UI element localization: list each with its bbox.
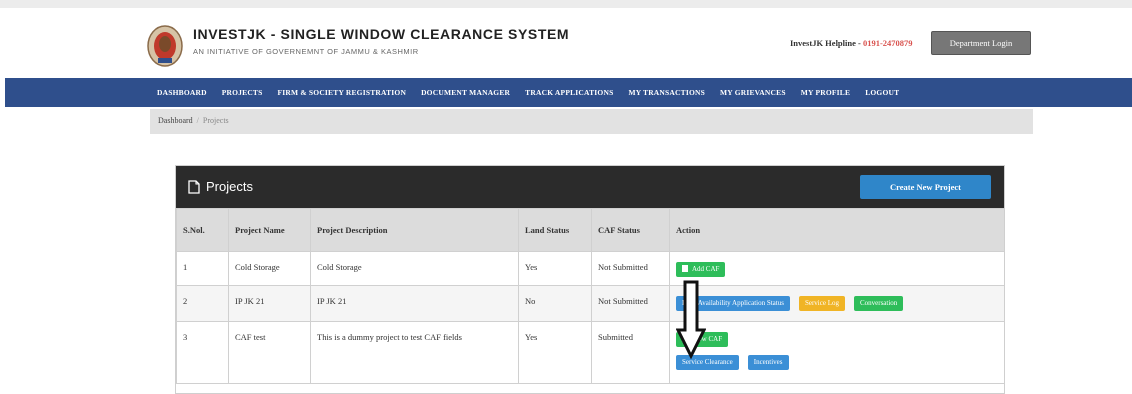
panel-title: Projects [206,179,253,194]
breadcrumb-bar: Dashboard / Projects [150,109,1033,134]
file-icon [682,265,688,272]
conversation-button[interactable]: Conversation [853,296,904,311]
breadcrumb-separator: / [196,116,199,125]
service-log-button[interactable]: Service Log [798,296,845,311]
site-header: INVESTJK - SINGLE WINDOW CLEARANCE SYSTE… [145,18,1035,70]
col-land-status: Land Status [518,208,592,252]
cell-sno: 1 [176,251,229,286]
col-action: Action [669,208,1004,252]
breadcrumb-dashboard[interactable]: Dashboard [158,116,193,125]
cell-land-status: Yes [518,251,592,286]
nav-projects[interactable]: PROJECTS [222,88,263,97]
add-caf-button[interactable]: Add CAF [676,262,726,277]
helpline-number[interactable]: 0191-2470879 [863,38,913,48]
table-header-row: S.Nol. Project Name Project Description … [176,208,1004,252]
create-new-project-button[interactable]: Create New Project [860,175,991,199]
nav-my-profile[interactable]: MY PROFILE [801,88,850,97]
main-navbar: DASHBOARD PROJECTS FIRM & SOCIETY REGIST… [5,78,1132,107]
add-caf-label: Add CAF [692,265,720,273]
nav-items: DASHBOARD PROJECTS FIRM & SOCIETY REGIST… [157,78,914,107]
col-project-description: Project Description [310,208,519,252]
col-caf-status: CAF Status [591,208,670,252]
helpline-label: InvestJK Helpline - [790,38,863,48]
site-title: INVESTJK - SINGLE WINDOW CLEARANCE SYSTE… [193,26,570,42]
breadcrumb: Dashboard / Projects [158,116,229,125]
cell-caf-status: Not Submitted [591,251,670,286]
cell-land-status: No [518,285,592,322]
nav-my-transactions[interactable]: MY TRANSACTIONS [628,88,705,97]
cell-project-name: Cold Storage [228,251,311,286]
cell-description: This is a dummy project to test CAF fiel… [310,321,519,384]
cell-actions: Add CAF [669,251,1004,286]
cell-actions: Land Availability Application Status Serv… [669,285,1004,322]
nav-dashboard[interactable]: DASHBOARD [157,88,207,97]
nav-document-manager[interactable]: DOCUMENT MANAGER [421,88,510,97]
projects-table: S.Nol. Project Name Project Description … [176,208,1004,384]
cell-project-name: IP JK 21 [228,285,311,322]
projects-panel-header: Projects Create New Project [176,166,1004,208]
top-border [0,0,1132,8]
document-icon [188,180,200,194]
col-project-name: Project Name [228,208,311,252]
cell-caf-status: Submitted [591,321,670,384]
cell-description: IP JK 21 [310,285,519,322]
cell-sno: 2 [176,285,229,322]
down-arrow-annotation-icon [676,280,706,360]
table-row: 3 CAF test This is a dummy project to te… [176,321,1004,384]
cell-land-status: Yes [518,321,592,384]
cell-project-name: CAF test [228,321,311,384]
helpline: InvestJK Helpline - 0191-2470879 [790,38,913,48]
table-row: 2 IP JK 21 IP JK 21 No Not Submitted Lan… [176,285,1004,322]
cell-sno: 3 [176,321,229,384]
nav-my-grievances[interactable]: MY GRIEVANCES [720,88,786,97]
projects-panel: Projects Create New Project S.Nol. Proje… [175,165,1005,394]
cell-description: Cold Storage [310,251,519,286]
table-row: 1 Cold Storage Cold Storage Yes Not Subm… [176,251,1004,286]
department-login-button[interactable]: Department Login [931,31,1031,55]
nav-firm-society-registration[interactable]: FIRM & SOCIETY REGISTRATION [278,88,407,97]
incentives-button[interactable]: Incentives [747,355,789,370]
nav-track-applications[interactable]: TRACK APPLICATIONS [525,88,613,97]
nav-logout[interactable]: LOGOUT [865,88,899,97]
site-subtitle: AN INITIATIVE OF GOVERNEMNT OF JAMMU & K… [193,47,419,56]
cell-actions: View CAF Service Clearance Incentives [669,321,1004,384]
col-sno: S.Nol. [176,208,229,252]
cell-caf-status: Not Submitted [591,285,670,322]
jk-emblem-logo [147,25,183,67]
breadcrumb-current: Projects [202,116,229,125]
